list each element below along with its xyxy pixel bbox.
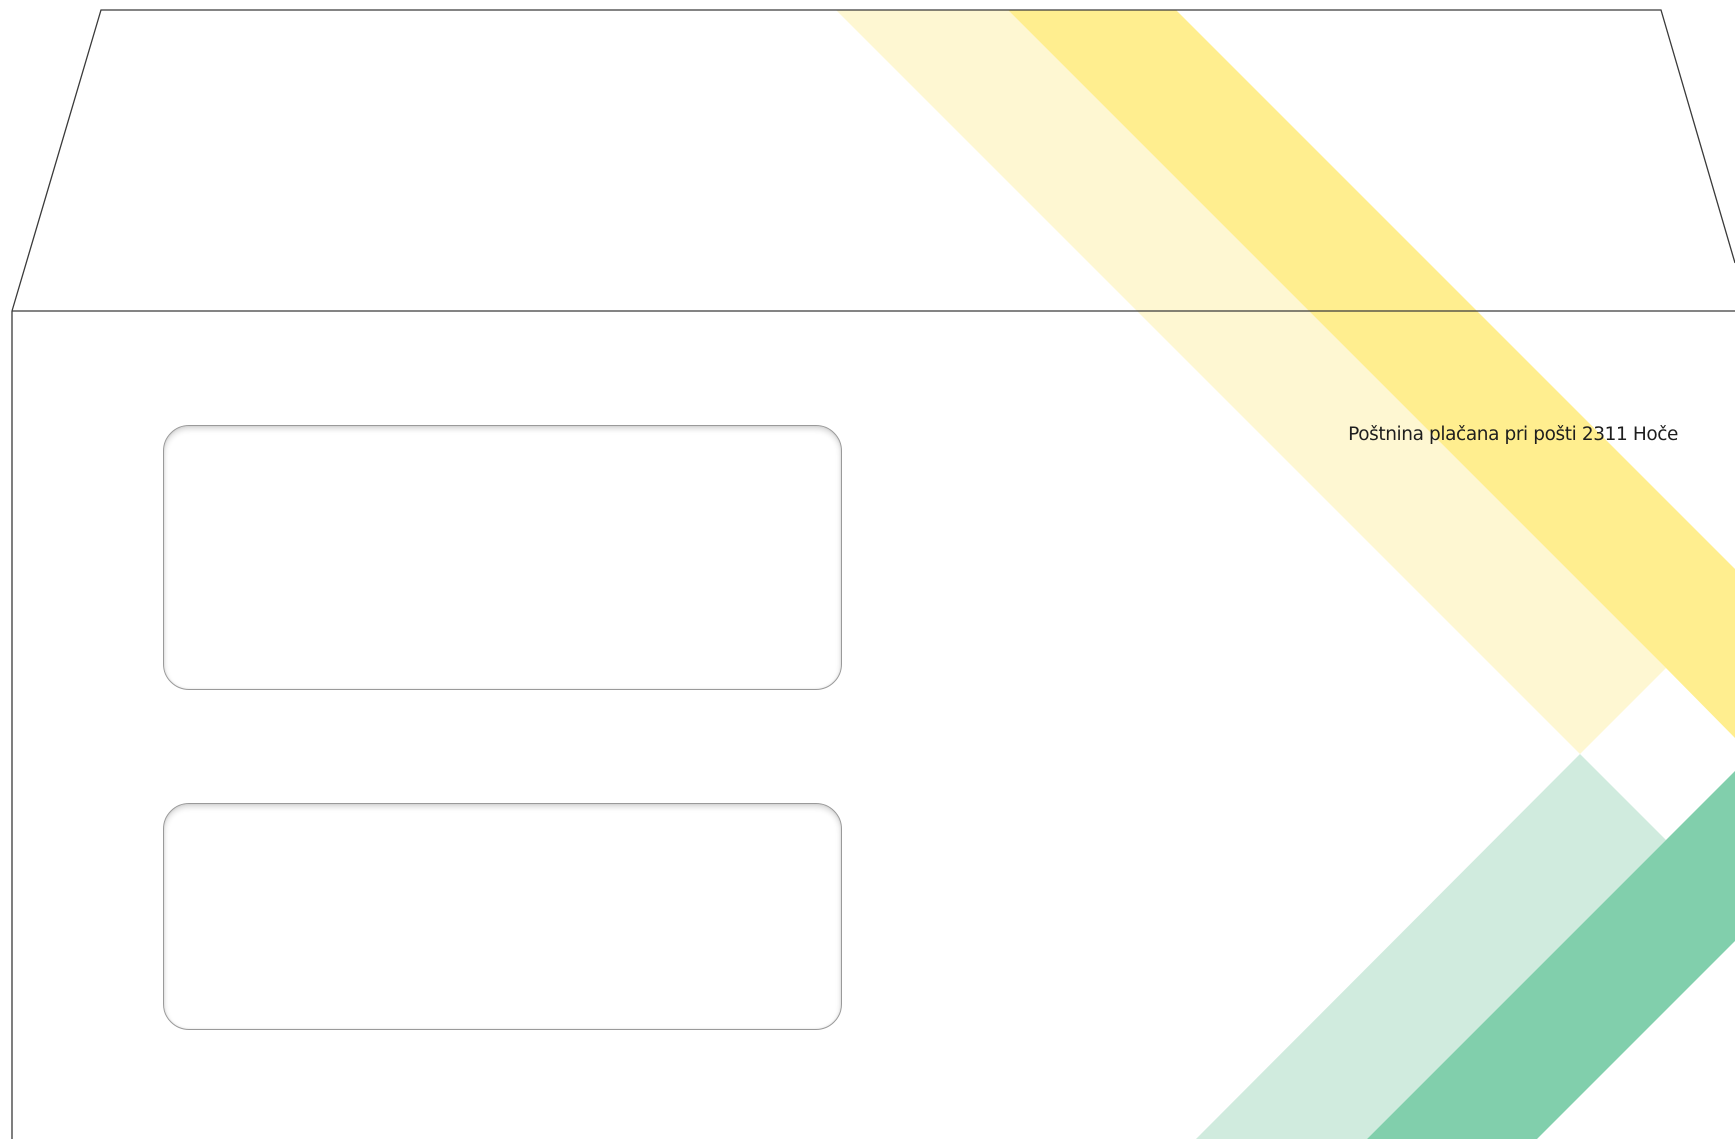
address-window-recipient — [163, 425, 842, 690]
envelope-flap — [12, 10, 1735, 311]
envelope: Poštnina plačana pri pošti 2311 Hoče — [0, 0, 1735, 1139]
address-window-secondary — [163, 803, 842, 1030]
postage-paid-notice: Poštnina plačana pri pošti 2311 Hoče — [1348, 424, 1678, 445]
